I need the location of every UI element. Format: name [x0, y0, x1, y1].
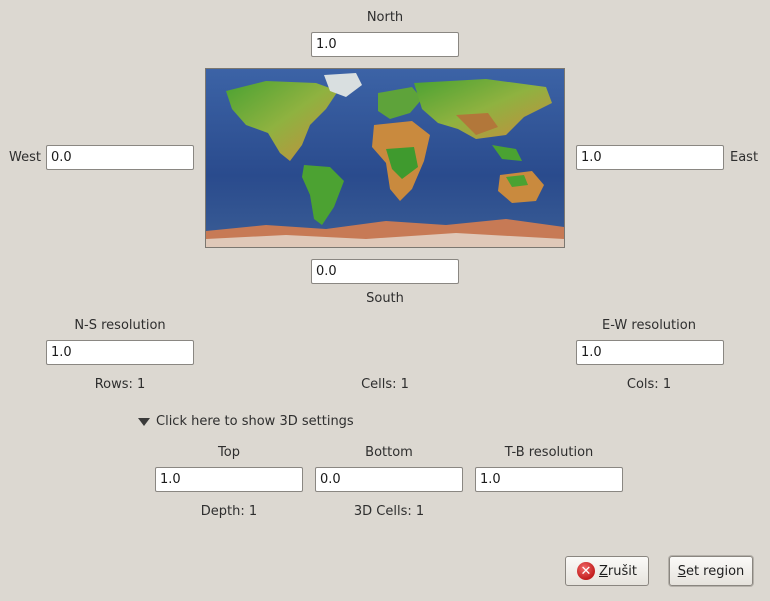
top-input[interactable] — [155, 467, 303, 492]
east-input[interactable] — [576, 145, 724, 170]
west-label: West — [9, 150, 41, 165]
ew-resolution-input[interactable] — [576, 340, 724, 365]
top-label: Top — [218, 445, 240, 460]
world-map-image — [206, 69, 564, 247]
show-3d-settings-expander[interactable]: Click here to show 3D settings — [138, 414, 354, 429]
tb-resolution-label: T-B resolution — [504, 445, 594, 460]
cancel-icon: ✕ — [577, 562, 595, 580]
bottom-label: Bottom — [365, 445, 413, 460]
north-label: North — [366, 10, 404, 25]
south-input[interactable] — [311, 259, 459, 284]
ns-resolution-label: N-S resolution — [74, 318, 166, 333]
east-label: East — [730, 150, 759, 165]
cancel-button-label: Zrušit — [599, 563, 637, 579]
world-map — [205, 68, 565, 248]
west-input[interactable] — [46, 145, 194, 170]
rows-count: Rows: 1 — [94, 377, 146, 392]
ns-resolution-input[interactable] — [46, 340, 194, 365]
cells-count: Cells: 1 — [361, 377, 409, 392]
cells3d-count: 3D Cells: 1 — [353, 504, 425, 519]
depth-count: Depth: 1 — [200, 504, 258, 519]
cols-count: Cols: 1 — [626, 377, 672, 392]
bottom-input[interactable] — [315, 467, 463, 492]
ew-resolution-label: E-W resolution — [602, 318, 696, 333]
south-label: South — [366, 291, 404, 306]
set-region-button-label: Set region — [677, 563, 745, 579]
expander-label: Click here to show 3D settings — [156, 414, 354, 429]
cancel-button[interactable]: ✕ Zrušit — [565, 556, 649, 586]
set-region-button[interactable]: Set region — [669, 556, 753, 586]
tb-resolution-input[interactable] — [475, 467, 623, 492]
north-input[interactable] — [311, 32, 459, 57]
triangle-down-icon — [138, 418, 150, 426]
